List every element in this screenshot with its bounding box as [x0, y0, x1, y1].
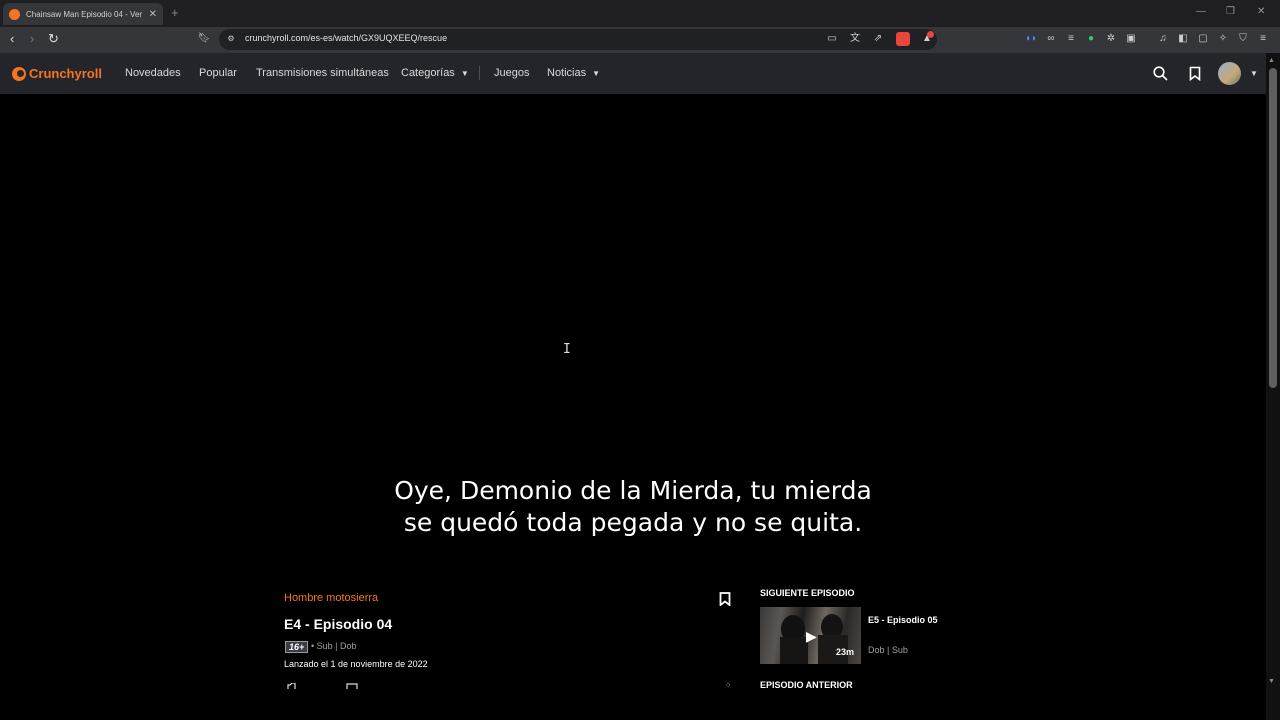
chevron-down-icon: ▼ — [460, 69, 469, 78]
avatar[interactable] — [1218, 62, 1241, 85]
video-subtitle: Oye, Demonio de la Mierda, tu mierda se … — [333, 475, 933, 539]
chevron-down-icon: ▼ — [592, 69, 601, 78]
next-episode-audio: Dob | Sub — [868, 645, 908, 655]
site-header — [0, 53, 1266, 94]
nav-divider — [479, 66, 480, 80]
browser-tab[interactable]: Chainsaw Man Episodio 04 - Ver ✕ — [3, 3, 163, 25]
audio-extension-icon[interactable]: ◖◗ — [1024, 32, 1038, 46]
crunchyroll-logo-icon — [12, 66, 26, 81]
bookmark-page-icon[interactable]: 🔖︎ — [197, 32, 211, 46]
music-icon[interactable]: ♫ — [1156, 32, 1170, 46]
watchlist-icon[interactable] — [1189, 66, 1201, 84]
wallet-icon[interactable]: ▢ — [1196, 32, 1210, 46]
tab-title: Chainsaw Man Episodio 04 - Ver — [26, 9, 143, 19]
menu-icon[interactable]: ≡ — [1256, 32, 1270, 46]
brave-shields-icon[interactable] — [896, 32, 910, 46]
nav-noticias[interactable]: Noticias ▼ — [547, 67, 600, 79]
extension-sliders-icon[interactable]: ≡ — [1064, 32, 1078, 46]
play-icon[interactable]: ▶ — [806, 628, 817, 645]
extension-green-icon[interactable]: ● — [1084, 32, 1098, 46]
series-link[interactable]: Hombre motosierra — [284, 592, 378, 604]
cast-icon[interactable]: ▭ — [825, 32, 839, 46]
url-text[interactable]: crunchyroll.com/es-es/watch/GX9UQXEEQ/re… — [245, 33, 447, 43]
share-icon[interactable]: ⇗ — [871, 32, 885, 46]
more-options-icon[interactable]: ○ — [726, 682, 730, 689]
subtitle-line-2: se quedó toda pegada y no se quita. — [403, 508, 863, 537]
browser-tabbar — [0, 0, 1280, 27]
crunchyroll-logo[interactable]: Crunchyroll — [12, 66, 102, 81]
account-chevron-down-icon[interactable]: ▼ — [1250, 69, 1258, 78]
extension-gear-icon[interactable]: ✲ — [1104, 32, 1118, 46]
scroll-up-icon[interactable]: ▲ — [1268, 57, 1275, 64]
close-window-icon[interactable]: ✕ — [1257, 6, 1265, 17]
brand-name: Crunchyroll — [29, 66, 102, 81]
age-rating-badge: 16+ — [285, 641, 309, 653]
forward-icon[interactable]: › — [30, 31, 34, 47]
nav-novedades[interactable]: Novedades — [125, 67, 181, 79]
reload-icon[interactable]: ↻ — [48, 31, 59, 47]
nav-simulcasts[interactable]: Transmisiones simultáneas — [256, 67, 389, 79]
release-date: Lanzado el 1 de noviembre de 2022 — [284, 659, 428, 669]
scrollbar-thumb[interactable] — [1269, 68, 1277, 388]
text-cursor-icon: I — [563, 342, 571, 357]
sidebar-icon[interactable]: ◧ — [1176, 32, 1190, 46]
close-tab-icon[interactable]: ✕ — [149, 9, 157, 20]
extension-glasses-icon[interactable]: ∞ — [1044, 32, 1058, 46]
back-icon[interactable]: ‹ — [10, 31, 14, 47]
rewards-badge — [927, 31, 934, 38]
new-tab-button[interactable]: + — [171, 5, 179, 20]
next-episode-duration: 23m — [836, 647, 855, 657]
subtitle-line-1: Oye, Demonio de la Mierda, tu mierda — [394, 476, 872, 505]
episode-title: E4 - Episodio 04 — [284, 616, 393, 632]
comments-button-partial[interactable] — [346, 681, 358, 691]
extension-box-icon[interactable]: ▣ — [1124, 32, 1138, 46]
translate-icon[interactable]: 文 — [848, 32, 862, 46]
nav-categorias-label: Categorías — [401, 67, 455, 79]
maximize-icon[interactable]: ❐ — [1226, 6, 1235, 17]
add-to-watchlist-icon[interactable] — [719, 592, 731, 609]
site-info-icon[interactable]: ⚙ — [224, 32, 238, 46]
nav-noticias-label: Noticias — [547, 67, 587, 79]
like-button-partial[interactable] — [287, 681, 297, 691]
scroll-down-icon[interactable]: ▼ — [1268, 678, 1275, 685]
next-episode-heading: SIGUIENTE EPISODIO — [760, 588, 855, 598]
search-icon[interactable] — [1153, 66, 1168, 84]
next-episode-title[interactable]: E5 - Episodio 05 — [868, 615, 938, 625]
ai-sparkle-icon[interactable]: ✧ — [1216, 32, 1230, 46]
nav-juegos[interactable]: Juegos — [494, 67, 529, 79]
audio-options: • Sub | Dob — [311, 641, 357, 651]
minimize-icon[interactable]: — — [1196, 6, 1206, 17]
vpn-shield-icon[interactable]: ⛉ — [1236, 32, 1250, 46]
nav-categorias[interactable]: Categorías ▼ — [401, 67, 469, 79]
nav-popular[interactable]: Popular — [199, 67, 237, 79]
previous-episode-heading: EPISODIO ANTERIOR — [760, 680, 853, 690]
crunchyroll-favicon-icon — [9, 8, 20, 20]
